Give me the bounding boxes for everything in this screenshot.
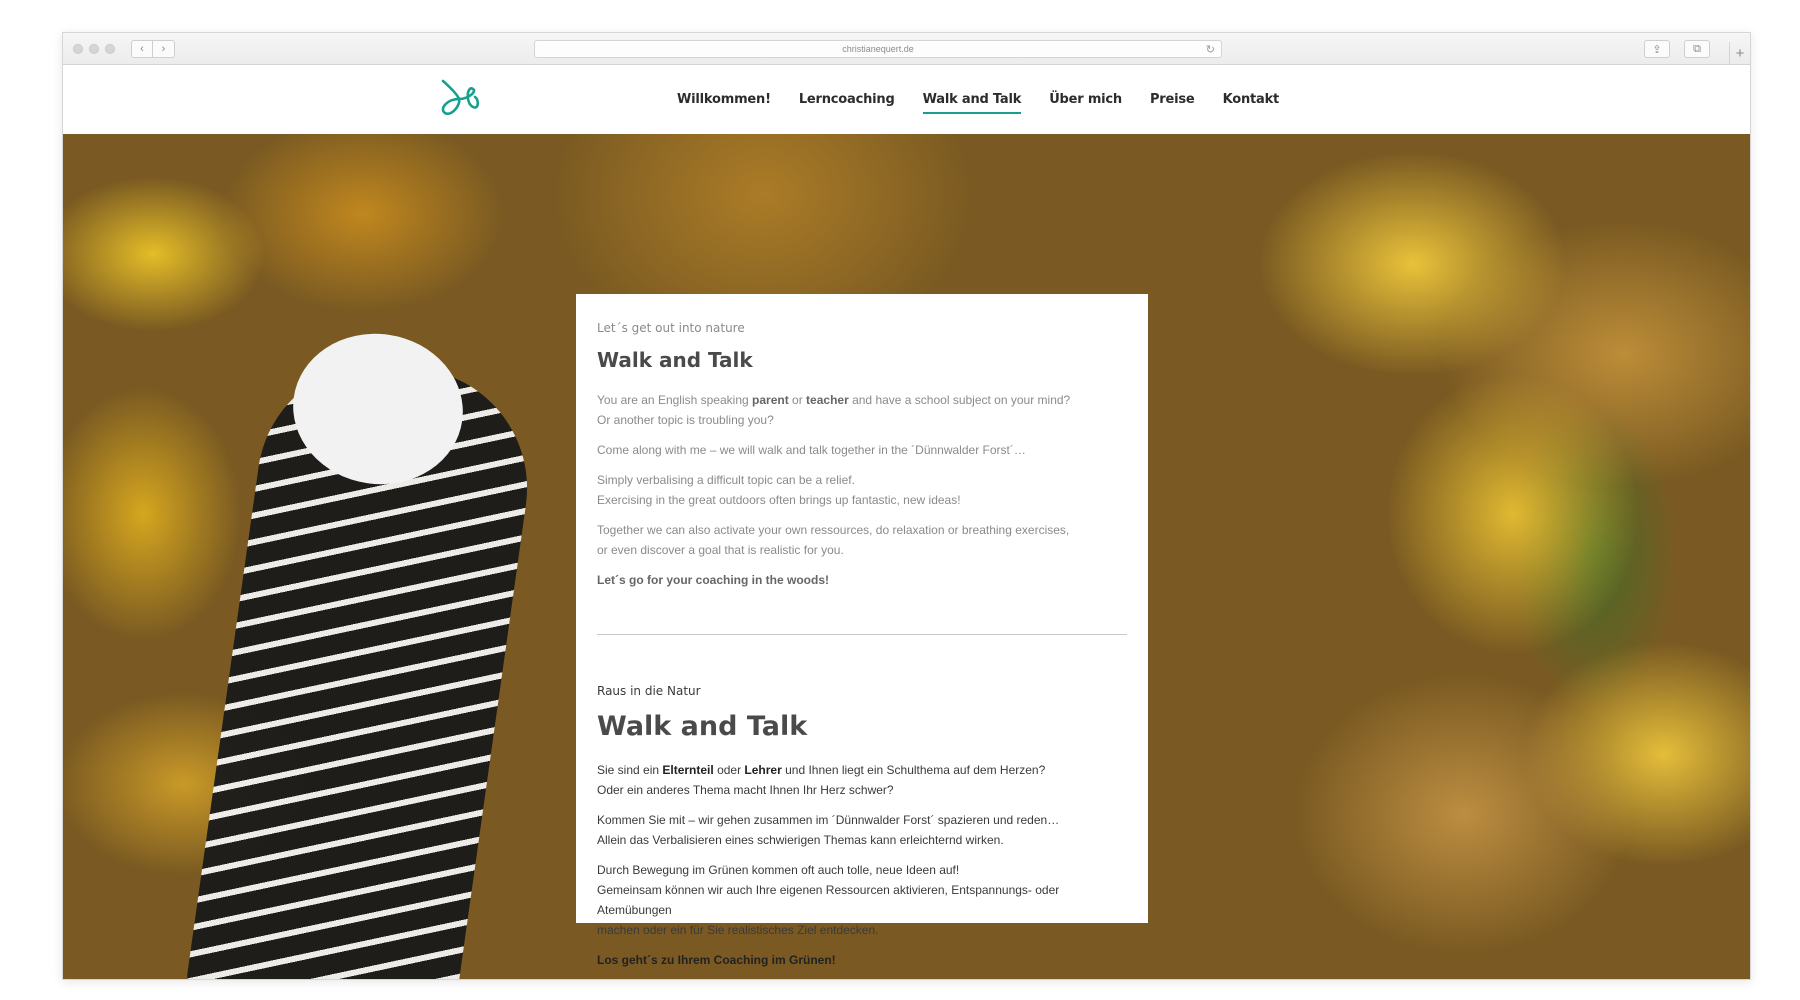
german-kicker: Raus in die Natur [597,684,701,698]
nav-item-preise[interactable]: Preise [1150,88,1195,111]
german-paragraph-3: Durch Bewegung im Grünen kommen oft auch… [597,860,1127,940]
content-card: Let´s get out into nature Walk and Talk … [576,294,1148,967]
text: oder [713,763,745,777]
text: Gemeinsam können wir auch Ihre eigenen R… [597,883,1060,917]
window-controls [73,44,115,54]
english-title: Walk and Talk [597,348,753,372]
text: Or another topic is troubling you? [597,413,774,427]
section-divider [597,634,1127,635]
text: or [788,393,807,407]
text-bold: parent [752,393,789,407]
main-nav: Willkommen! Lerncoaching Walk and Talk Ü… [677,65,1307,134]
tabs-icon: ⧉ [1693,42,1701,55]
text: Allein das Verbalisieren eines schwierig… [597,833,1004,847]
german-paragraph-1: Sie sind ein Elternteil oder Lehrer und … [597,760,1127,800]
share-icon: ⇪ [1652,43,1662,56]
nav-item-ueber-mich[interactable]: Über mich [1049,88,1122,111]
text: and have a school subject on your mind? [848,393,1071,407]
english-kicker: Let´s get out into nature [597,321,745,335]
text: und Ihnen liegt ein Schulthema auf dem H… [781,763,1046,777]
forward-button[interactable]: › [153,40,175,58]
nav-item-kontakt[interactable]: Kontakt [1223,88,1280,111]
english-section: Let´s get out into nature Walk and Talk … [597,318,1127,590]
text: Together we can also activate your own r… [597,523,1070,537]
url-text: christianequert.de [842,44,914,54]
nav-item-willkommen[interactable]: Willkommen! [677,88,771,111]
english-paragraph-1: You are an English speaking parent or te… [597,390,1127,430]
hero-background-image: Let´s get out into nature Walk and Talk … [63,134,1750,979]
text: Durch Bewegung im Grünen kommen oft auch… [597,863,960,877]
text: Oder ein anderes Thema macht Ihnen Ihr H… [597,783,894,797]
german-section: Raus in die Natur Walk and Talk Sie sind… [597,681,1127,970]
browser-window: ‹ › christianequert.de ↻ ⇪ ⧉ + Willkomme… [62,32,1751,980]
new-tab-button[interactable]: + [1729,42,1750,64]
text-bold: Los geht´s zu Ihrem Coaching im Grünen! [597,953,836,967]
english-paragraph-3: Simply verbalising a difficult topic can… [597,470,1127,510]
text-bold: teacher [806,393,849,407]
text: or even discover a goal that is realisti… [597,543,844,557]
plus-icon: + [1735,44,1745,62]
text-bold: Lehrer [744,763,782,777]
logo-icon[interactable] [437,77,481,121]
reload-icon[interactable]: ↻ [1206,43,1215,56]
english-paragraph-2: Come along with me – we will walk and ta… [597,443,1026,457]
close-window-button[interactable] [73,44,83,54]
share-button[interactable]: ⇪ [1644,40,1670,58]
text-bold: Elternteil [662,763,714,777]
text: You are an English speaking [597,393,753,407]
text: Simply verbalising a difficult topic can… [597,473,855,487]
nav-item-lerncoaching[interactable]: Lerncoaching [799,88,895,111]
tabs-overview-button[interactable]: ⧉ [1684,40,1710,58]
text: Exercising in the great outdoors often b… [597,493,961,507]
zoom-window-button[interactable] [105,44,115,54]
chevron-left-icon: ‹ [140,43,144,55]
text: Kommen Sie mit – wir gehen zusammen im ´… [597,813,1060,827]
chevron-right-icon: › [161,43,166,55]
text-bold: Let´s go for your coaching in the woods! [597,573,830,587]
address-bar[interactable]: christianequert.de ↻ [534,40,1222,58]
text: Sie sind ein [597,763,663,777]
minimize-window-button[interactable] [89,44,99,54]
german-paragraph-2: Kommen Sie mit – wir gehen zusammen im ´… [597,810,1127,850]
nav-item-walk-and-talk[interactable]: Walk and Talk [922,88,1021,114]
browser-toolbar: ‹ › christianequert.de ↻ ⇪ ⧉ + [63,33,1750,65]
german-paragraph-4: Los geht´s zu Ihrem Coaching im Grünen! [597,950,1127,970]
english-paragraph-5: Let´s go for your coaching in the woods! [597,570,1127,590]
history-buttons: ‹ › [131,40,175,58]
english-paragraph-4: Together we can also activate your own r… [597,520,1127,560]
text: machen oder ein für Sie realistisches Zi… [597,923,879,937]
site-header: Willkommen! Lerncoaching Walk and Talk Ü… [63,65,1750,134]
back-button[interactable]: ‹ [131,40,153,58]
german-title: Walk and Talk [597,711,808,742]
